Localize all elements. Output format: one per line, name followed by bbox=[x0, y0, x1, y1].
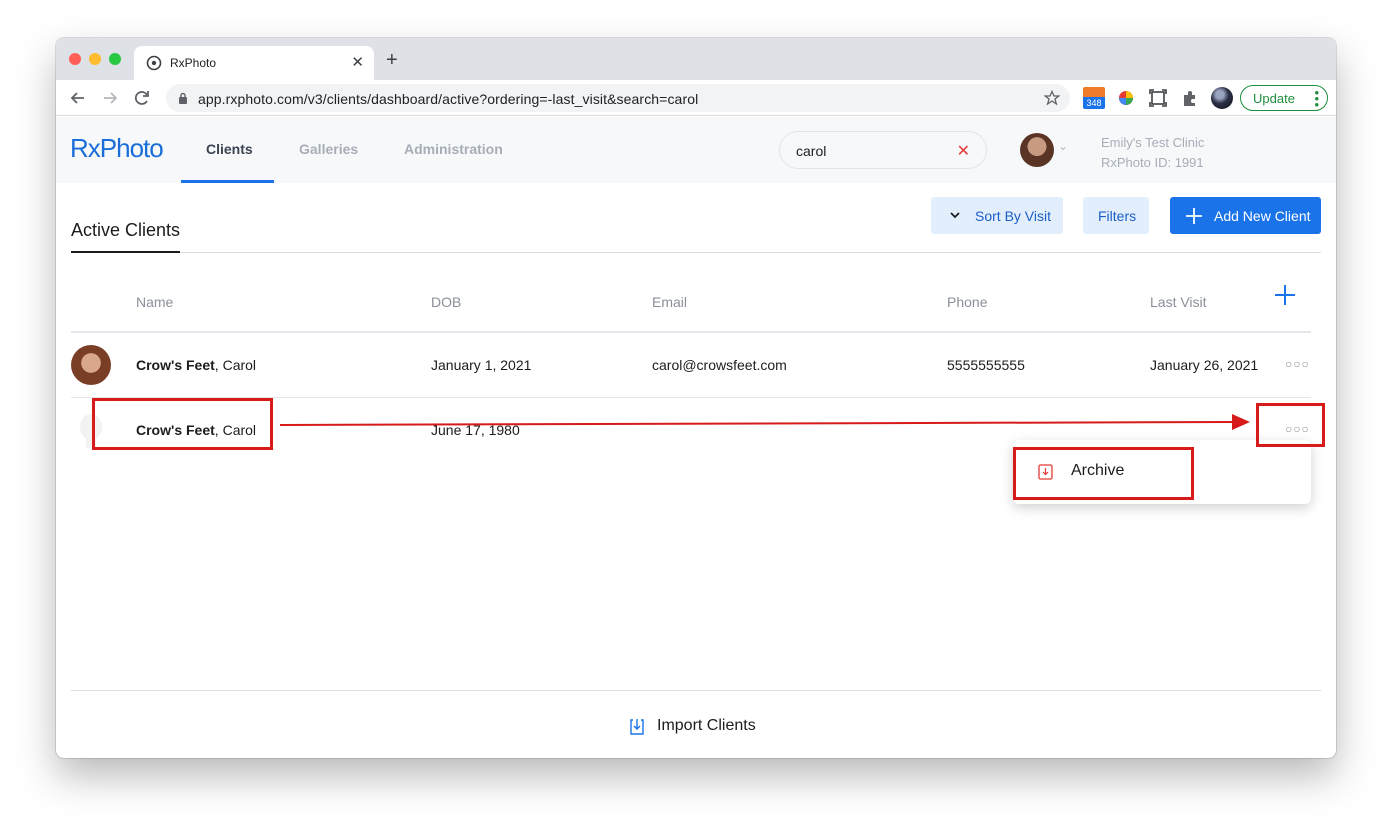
page-title: Active Clients bbox=[71, 220, 181, 240]
plus-icon bbox=[1186, 208, 1202, 224]
tab-close-icon[interactable]: ✕ bbox=[351, 53, 364, 71]
column-header-dob[interactable]: DOB bbox=[431, 294, 461, 310]
annotation-highlight-client-name bbox=[92, 398, 273, 450]
back-arrow-icon[interactable] bbox=[68, 88, 88, 108]
footer-divider bbox=[71, 690, 1321, 691]
nav-tab-clients[interactable]: Clients bbox=[206, 141, 253, 157]
address-bar[interactable]: app.rxphoto.com/v3/clients/dashboard/act… bbox=[166, 84, 1070, 112]
chevron-down-icon[interactable]: ⌄ bbox=[1058, 139, 1068, 153]
minimize-window-button[interactable] bbox=[89, 53, 101, 65]
client-name[interactable]: Crow's Feet, Carol bbox=[136, 357, 256, 373]
annotation-highlight-more-options bbox=[1256, 403, 1325, 447]
sort-by-visit-button[interactable]: Sort By Visit bbox=[931, 197, 1063, 234]
add-column-plus-icon[interactable] bbox=[1274, 284, 1296, 306]
close-window-button[interactable] bbox=[69, 53, 81, 65]
clinic-id: RxPhoto ID: 1991 bbox=[1101, 155, 1204, 170]
clear-search-icon[interactable]: ✕ bbox=[957, 141, 970, 161]
import-clients-label: Import Clients bbox=[657, 717, 756, 734]
column-header-last-visit[interactable]: Last Visit bbox=[1150, 294, 1207, 310]
row-more-options-icon[interactable]: ○○○ bbox=[1285, 357, 1310, 371]
filters-button[interactable]: Filters bbox=[1083, 197, 1149, 234]
zoom-window-button[interactable] bbox=[109, 53, 121, 65]
app-header: RxPhoto Clients Galleries Administration… bbox=[56, 117, 1336, 183]
color-wheel-extension-icon[interactable] bbox=[1115, 87, 1137, 109]
column-header-email[interactable]: Email bbox=[652, 294, 687, 310]
search-value: carol bbox=[796, 143, 827, 159]
profile-avatar-icon[interactable] bbox=[1211, 87, 1233, 109]
client-avatar bbox=[71, 345, 111, 385]
active-tab-indicator bbox=[181, 180, 274, 183]
clinic-info: Emily's Test Clinic RxPhoto ID: 1991 bbox=[1101, 133, 1204, 173]
tab-strip: RxPhoto ✕ + bbox=[56, 38, 1336, 80]
import-icon bbox=[630, 719, 644, 735]
browser-menu-icon[interactable]: • • • bbox=[1314, 86, 1319, 111]
annotation-highlight-archive bbox=[1013, 447, 1194, 500]
screen-capture-icon[interactable] bbox=[1147, 87, 1169, 109]
client-phone: 5555555555 bbox=[947, 357, 1025, 373]
table-row[interactable]: Crow's Feet, Carol January 1, 2021 carol… bbox=[71, 333, 1311, 398]
update-label: Update bbox=[1253, 91, 1295, 106]
nav-tab-administration[interactable]: Administration bbox=[404, 141, 503, 157]
clinic-name: Emily's Test Clinic bbox=[1101, 135, 1205, 150]
column-header-phone[interactable]: Phone bbox=[947, 294, 987, 310]
client-email: carol@crowsfeet.com bbox=[652, 357, 787, 373]
lock-icon bbox=[179, 92, 187, 104]
rxphoto-logo[interactable]: RxPhoto bbox=[70, 133, 164, 164]
add-new-client-button[interactable]: Add New Client bbox=[1170, 197, 1321, 234]
client-dob: January 1, 2021 bbox=[431, 357, 532, 373]
reload-icon[interactable] bbox=[132, 88, 152, 108]
extensions-puzzle-icon[interactable] bbox=[1179, 87, 1201, 109]
filters-label: Filters bbox=[1098, 208, 1137, 224]
user-avatar[interactable] bbox=[1020, 133, 1054, 167]
client-search-input[interactable]: carol ✕ bbox=[779, 131, 987, 169]
client-dob: June 17, 1980 bbox=[431, 422, 520, 438]
title-divider bbox=[71, 252, 1321, 253]
calendar-extension-icon[interactable]: 348 bbox=[1083, 87, 1105, 109]
title-underline bbox=[71, 251, 180, 253]
browser-tab[interactable]: RxPhoto ✕ bbox=[134, 46, 374, 80]
forward-arrow-icon[interactable] bbox=[100, 88, 120, 108]
client-first-name: Carol bbox=[222, 357, 257, 373]
client-last-visit: January 26, 2021 bbox=[1150, 357, 1259, 373]
rxphoto-favicon-icon bbox=[146, 55, 162, 71]
client-last-name: Crow's Feet bbox=[136, 357, 215, 373]
browser-toolbar: app.rxphoto.com/v3/clients/dashboard/act… bbox=[56, 80, 1336, 116]
extension-badge: 348 bbox=[1083, 97, 1105, 109]
new-tab-icon[interactable]: + bbox=[386, 50, 398, 70]
chevron-down-icon bbox=[950, 212, 960, 219]
nav-tab-galleries[interactable]: Galleries bbox=[299, 141, 358, 157]
url-text: app.rxphoto.com/v3/clients/dashboard/act… bbox=[198, 91, 699, 107]
add-client-label: Add New Client bbox=[1214, 208, 1311, 224]
sort-label: Sort By Visit bbox=[975, 208, 1051, 224]
bookmark-star-icon[interactable] bbox=[1044, 90, 1060, 106]
column-header-name[interactable]: Name bbox=[136, 294, 173, 310]
tab-title: RxPhoto bbox=[170, 56, 217, 70]
update-button[interactable]: Update • • • bbox=[1240, 85, 1328, 111]
